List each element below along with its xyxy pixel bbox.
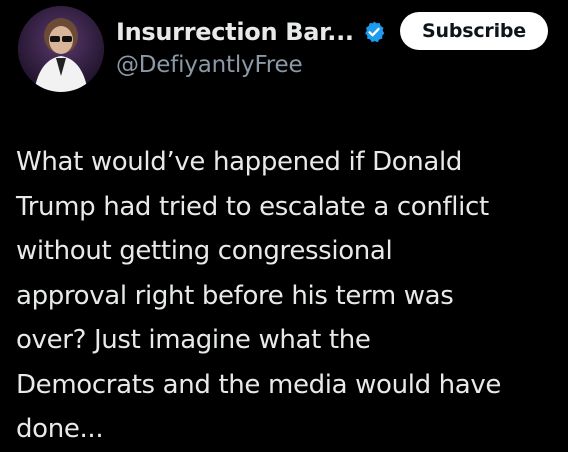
tweet-text-line: Democrats and the media would have xyxy=(16,369,502,400)
tweet-text: What would’ve happened if Donald Trump h… xyxy=(16,140,564,452)
profile-photo-icon xyxy=(18,6,104,92)
tweet-card: Insurrection Bar... @DefiyantlyFree Subs… xyxy=(0,0,568,451)
avatar[interactable] xyxy=(18,6,104,92)
author-display-name[interactable]: Insurrection Bar... xyxy=(116,18,354,46)
author-name-row: Insurrection Bar... xyxy=(116,14,386,50)
tweet-text-line: done... xyxy=(16,414,104,444)
tweet-text-line: over? Just imagine what the xyxy=(16,325,371,355)
subscribe-button[interactable]: Subscribe xyxy=(400,12,548,50)
verified-badge-icon xyxy=(362,20,386,44)
author-handle[interactable]: @DefiyantlyFree xyxy=(116,52,303,78)
tweet-text-line: What would’ve happened if Donald xyxy=(16,147,463,177)
tweet-text-line: without getting congressional xyxy=(16,236,393,266)
tweet-text-line: approval right before his term was xyxy=(16,280,454,311)
tweet-text-line: Trump had tried to escalate a conflict xyxy=(16,191,489,222)
